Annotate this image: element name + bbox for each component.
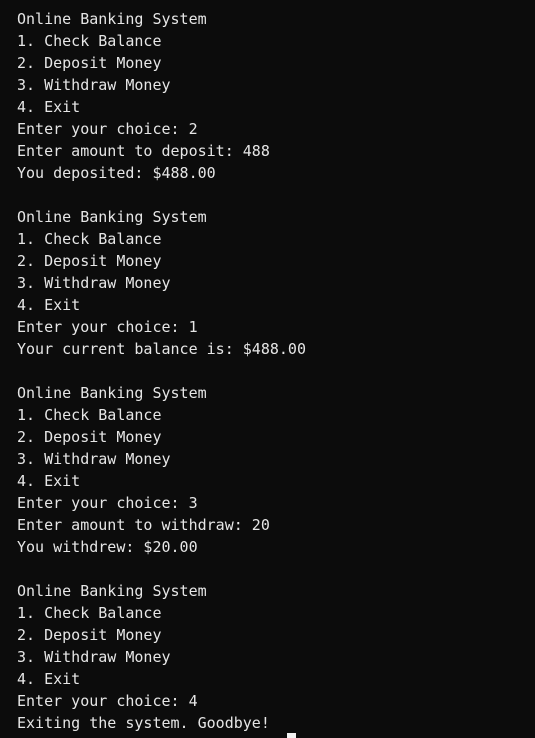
- terminal-line: Your current balance is: $488.00: [17, 340, 306, 358]
- terminal-line: Enter your choice: 4: [17, 692, 198, 710]
- terminal-line: 2. Deposit Money: [17, 54, 162, 72]
- terminal-line: 4. Exit: [17, 296, 81, 314]
- terminal-line: You withdrew: $20.00: [17, 538, 198, 556]
- terminal-line: Enter amount to deposit: 488: [17, 142, 270, 160]
- terminal-window[interactable]: Online Banking System 1. Check Balance 2. …: [0, 0, 535, 738]
- terminal-line: Enter amount to withdraw: 20: [17, 516, 270, 534]
- terminal-line: 4. Exit: [17, 472, 81, 490]
- terminal-line: 2. Deposit Money: [17, 252, 162, 270]
- terminal-line: You deposited: $488.00: [17, 164, 216, 182]
- text-cursor: [287, 733, 296, 738]
- terminal-output: Online Banking System 1. Check Balance 2. …: [17, 8, 306, 734]
- terminal-line: Online Banking System: [17, 10, 207, 28]
- terminal-line: Exiting the system. Goodbye!: [17, 714, 270, 732]
- terminal-line: 4. Exit: [17, 670, 81, 688]
- terminal-line: 2. Deposit Money: [17, 428, 162, 446]
- terminal-line: 1. Check Balance: [17, 406, 162, 424]
- terminal-line: Online Banking System: [17, 384, 207, 402]
- terminal-line: 3. Withdraw Money: [17, 76, 171, 94]
- terminal-line: 1. Check Balance: [17, 230, 162, 248]
- terminal-line: Enter your choice: 1: [17, 318, 198, 336]
- terminal-line: 3. Withdraw Money: [17, 274, 171, 292]
- terminal-line: Enter your choice: 2: [17, 120, 198, 138]
- terminal-line: Enter your choice: 3: [17, 494, 198, 512]
- terminal-line: 3. Withdraw Money: [17, 450, 171, 468]
- terminal-line: 1. Check Balance: [17, 32, 162, 50]
- terminal-line: Online Banking System: [17, 208, 207, 226]
- terminal-line: Online Banking System: [17, 582, 207, 600]
- terminal-line: 2. Deposit Money: [17, 626, 162, 644]
- terminal-line: 4. Exit: [17, 98, 81, 116]
- terminal-line: 1. Check Balance: [17, 604, 162, 622]
- terminal-line: 3. Withdraw Money: [17, 648, 171, 666]
